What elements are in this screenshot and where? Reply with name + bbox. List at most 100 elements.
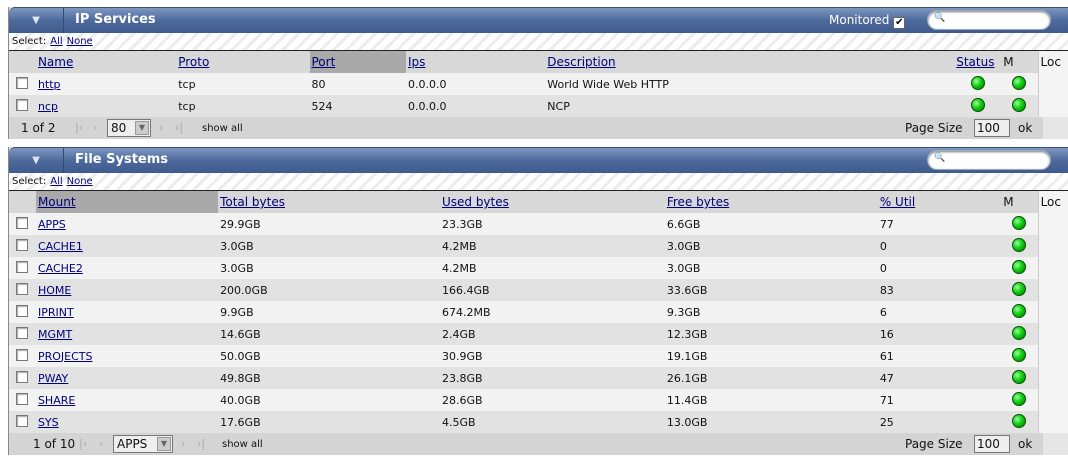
first-page-button[interactable]: |‹ (75, 121, 83, 134)
col-status[interactable]: Status (954, 51, 1002, 73)
column-header-link[interactable]: Total bytes (220, 195, 285, 209)
col-port[interactable]: Port (309, 51, 406, 73)
mount-cell: CACHE1 (35, 235, 219, 257)
port-cell: 80 (309, 73, 406, 95)
col-util[interactable]: % Util (877, 191, 1002, 213)
mount-cell-link[interactable]: PWAY (38, 372, 68, 385)
total-cell: 29.9GB (218, 213, 440, 235)
column-header-link[interactable]: Free bytes (667, 195, 729, 209)
row-select-cell (9, 411, 36, 433)
row-checkbox[interactable] (16, 260, 28, 273)
name-cell-link[interactable]: ncp (38, 100, 58, 113)
column-header-link[interactable]: Ips (408, 55, 425, 69)
row-checkbox[interactable] (16, 76, 28, 89)
select-none-link[interactable]: None (67, 176, 93, 187)
name-cell-link[interactable]: http (38, 78, 61, 91)
mount-cell-link[interactable]: APPS (38, 218, 66, 231)
mount-cell-link[interactable]: CACHE2 (38, 262, 83, 275)
col-ips[interactable]: Ips (406, 51, 546, 73)
ip-services-panel: ▼ IP Services Monitored ✔ 🔍 Select: All Non… (8, 7, 1068, 139)
col-used-bytes[interactable]: Used bytes (439, 191, 665, 213)
col-free-bytes[interactable]: Free bytes (664, 191, 878, 213)
mount-cell: PROJECTS (35, 345, 219, 367)
prev-page-button[interactable]: ‹ (99, 437, 103, 450)
col-name[interactable]: Name (35, 51, 177, 73)
prev-page-button[interactable]: ‹ (93, 121, 97, 134)
status-green-icon (1012, 259, 1027, 274)
description-cell: NCP (545, 95, 955, 117)
row-select-cell (9, 323, 36, 345)
ip-services-table: Name Proto Port Ips Description Status M… (9, 51, 1068, 117)
page-select[interactable]: 80 ▼ (107, 119, 151, 137)
col-mount[interactable]: Mount (35, 191, 219, 213)
first-page-button[interactable]: |‹ (79, 437, 87, 450)
m-cell (1001, 301, 1039, 323)
monitored-checkbox[interactable]: ✔ (893, 17, 906, 29)
table-row: CACHE2 3.0GB 4.2MB 3.0GB 0 (9, 257, 1068, 279)
row-select-cell (9, 367, 36, 389)
column-header-link[interactable]: 80 (111, 121, 126, 135)
select-all-link[interactable]: All (50, 176, 62, 187)
row-checkbox[interactable] (16, 304, 28, 317)
monitored-filter[interactable]: Monitored ✔ (829, 13, 906, 29)
col-m: M (1001, 191, 1039, 213)
page-select[interactable]: APPS ▼ (113, 435, 173, 453)
select-none-link[interactable]: None (67, 36, 93, 47)
page-size-input[interactable]: 100 (974, 435, 1010, 453)
last-page-button[interactable]: ›| (175, 121, 183, 134)
mount-cell: PWAY (35, 367, 219, 389)
mount-cell-link[interactable]: MGMT (38, 328, 72, 341)
column-header-link[interactable]: Proto (178, 55, 209, 69)
util-cell: 16 (877, 323, 1002, 345)
mount-cell-link[interactable]: IPRINT (38, 306, 74, 319)
mount-cell-link[interactable]: CACHE1 (38, 240, 83, 253)
column-header-link[interactable]: Mount (38, 195, 76, 209)
column-header-link[interactable]: Status (956, 55, 994, 69)
row-checkbox[interactable] (16, 392, 28, 405)
row-checkbox[interactable] (16, 370, 28, 383)
row-checkbox[interactable] (16, 282, 28, 295)
show-all-link[interactable]: show all (202, 123, 243, 134)
mount-cell-link[interactable]: HOME (38, 284, 71, 297)
row-checkbox[interactable] (16, 326, 28, 339)
show-all-link[interactable]: show all (222, 439, 263, 450)
mount-cell-link[interactable]: SYS (38, 416, 59, 429)
loc-cell (1037, 279, 1068, 301)
m-cell (1001, 389, 1039, 411)
row-select-cell (9, 73, 36, 95)
page-size-input[interactable]: 100 (974, 119, 1010, 137)
row-checkbox[interactable] (16, 414, 28, 427)
status-green-icon (1012, 391, 1027, 406)
port-cell: 524 (309, 95, 406, 117)
column-header-link[interactable]: Name (38, 55, 73, 69)
col-total-bytes[interactable]: Total bytes (218, 191, 440, 213)
collapse-toggle[interactable]: ▼ (9, 8, 64, 33)
column-header-link[interactable]: Port (312, 55, 336, 69)
last-page-button[interactable]: ›| (197, 437, 205, 450)
search-input[interactable]: 🔍 (927, 150, 1051, 170)
column-header-link[interactable]: Used bytes (442, 195, 509, 209)
ok-button[interactable]: ok (1018, 121, 1032, 135)
next-page-button[interactable]: › (181, 437, 185, 450)
row-checkbox[interactable] (16, 348, 28, 361)
col-description[interactable]: Description (545, 51, 955, 73)
column-header-link[interactable]: APPS (117, 437, 147, 451)
row-checkbox[interactable] (16, 216, 28, 229)
row-select-cell (9, 95, 36, 117)
select-all-link[interactable]: All (50, 36, 62, 47)
row-checkbox[interactable] (16, 98, 28, 111)
ok-button[interactable]: ok (1018, 437, 1032, 451)
util-cell: 25 (877, 411, 1002, 433)
column-header-link[interactable]: % Util (880, 195, 915, 209)
row-checkbox[interactable] (16, 238, 28, 251)
triangle-down-icon: ▼ (32, 15, 40, 26)
next-page-button[interactable]: › (159, 121, 163, 134)
search-icon: 🔍 (934, 13, 946, 23)
total-cell: 49.8GB (218, 367, 440, 389)
mount-cell-link[interactable]: SHARE (38, 394, 75, 407)
col-proto[interactable]: Proto (176, 51, 310, 73)
collapse-toggle[interactable]: ▼ (9, 148, 64, 173)
column-header-link[interactable]: Description (547, 55, 615, 69)
mount-cell-link[interactable]: PROJECTS (38, 350, 93, 363)
search-input[interactable]: 🔍 (927, 10, 1051, 30)
